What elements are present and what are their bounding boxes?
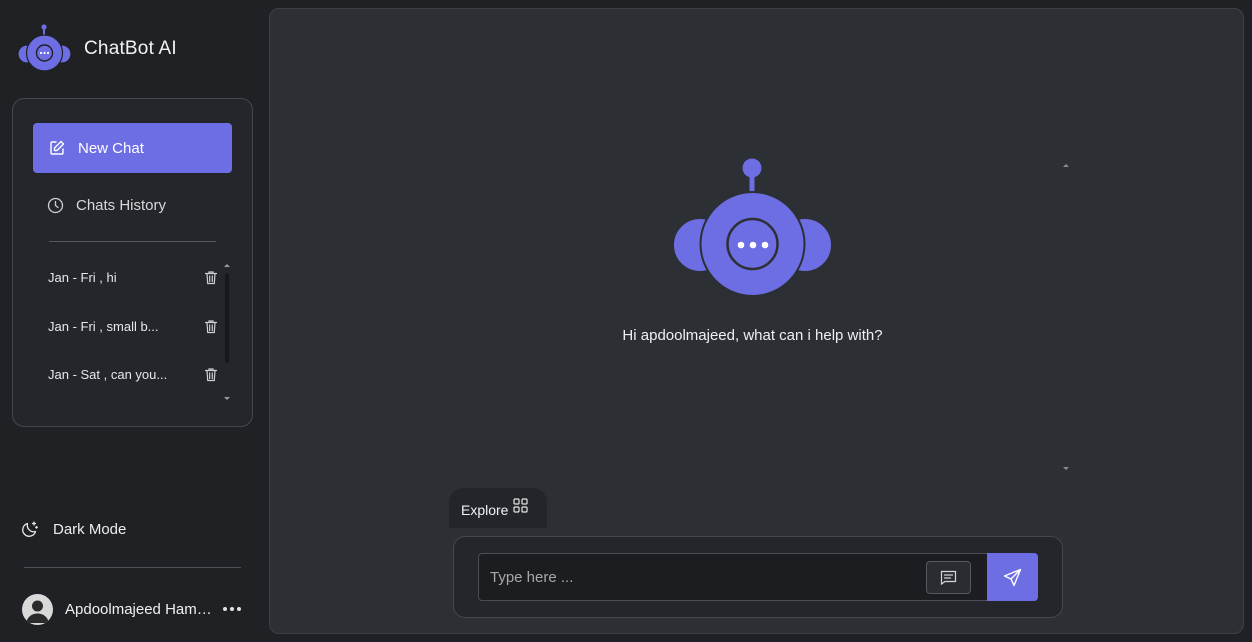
trash-icon[interactable] xyxy=(204,319,218,334)
robot-logo-icon xyxy=(17,24,72,72)
scroll-up-arrow[interactable] xyxy=(1063,164,1069,167)
robot-hero-icon xyxy=(672,158,833,297)
prompts-button[interactable] xyxy=(926,561,971,594)
message-input-wrapper xyxy=(478,553,988,601)
chats-history-link[interactable]: Chats History xyxy=(47,197,166,214)
history-item[interactable]: Jan - Sat , can you... xyxy=(48,363,218,385)
edit-icon xyxy=(50,140,65,155)
trash-icon[interactable] xyxy=(204,270,218,285)
history-item-text: Jan - Fri , hi xyxy=(48,269,117,285)
message-composer xyxy=(453,536,1063,618)
chat-panel: New Chat Chats History Jan - Fri , hi Ja… xyxy=(12,98,253,427)
message-input[interactable] xyxy=(490,554,920,600)
moon-icon xyxy=(22,521,38,537)
grid-icon xyxy=(513,497,529,513)
trash-icon[interactable] xyxy=(204,367,218,382)
scroll-down-arrow[interactable] xyxy=(224,397,230,400)
user-name: Apdoolmajeed Hamz... xyxy=(65,600,215,618)
more-icon[interactable] xyxy=(223,607,241,611)
dark-mode-label: Dark Mode xyxy=(53,520,127,538)
user-profile[interactable]: Apdoolmajeed Hamz... xyxy=(22,593,248,625)
user-icon xyxy=(26,600,49,623)
explore-label: Explore xyxy=(461,502,509,518)
new-chat-button[interactable]: New Chat xyxy=(33,123,232,173)
clock-icon xyxy=(47,197,64,214)
history-scrollbar[interactable] xyxy=(225,273,229,363)
chats-history-label: Chats History xyxy=(76,197,167,214)
divider xyxy=(24,567,241,568)
main-chat-area: Hi apdoolmajeed, what can i help with? E… xyxy=(269,8,1244,634)
app-title: ChatBot AI xyxy=(84,38,177,59)
history-item-text: Jan - Sat , can you... xyxy=(48,366,168,382)
avatar xyxy=(22,593,53,625)
send-button[interactable] xyxy=(987,553,1038,601)
send-icon xyxy=(1003,568,1022,586)
history-item-text: Jan - Fri , small b... xyxy=(48,318,159,334)
history-item[interactable]: Jan - Fri , small b... xyxy=(48,315,218,337)
explore-button[interactable]: Explore xyxy=(449,488,547,528)
greeting-text: Hi apdoolmajeed, what can i help with? xyxy=(622,327,883,344)
dark-mode-toggle[interactable]: Dark Mode xyxy=(21,520,126,538)
history-item[interactable]: Jan - Fri , hi xyxy=(48,266,218,288)
new-chat-label: New Chat xyxy=(78,139,144,157)
scroll-down-arrow[interactable] xyxy=(1063,467,1069,470)
scroll-up-arrow[interactable] xyxy=(224,264,230,267)
message-icon xyxy=(940,570,957,585)
divider xyxy=(49,241,216,242)
